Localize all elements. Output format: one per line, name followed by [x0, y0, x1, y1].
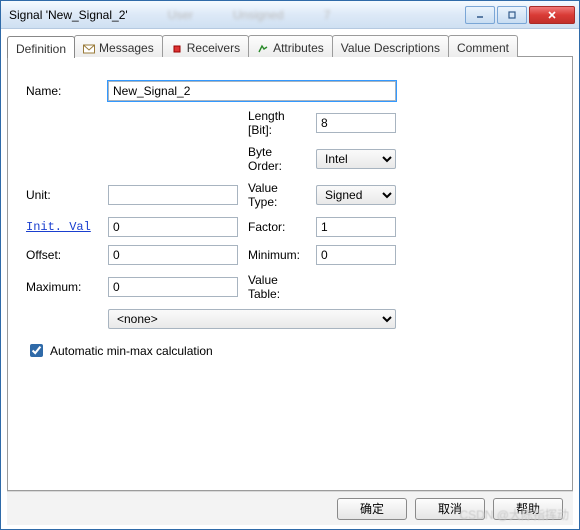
envelope-icon — [83, 43, 95, 53]
tab-label: Comment — [457, 41, 509, 55]
definition-panel: Name: Length [Bit]: Byte Order: Intel Un… — [7, 56, 573, 491]
value-type-select[interactable]: Signed — [316, 185, 396, 205]
titlebar[interactable]: Signal 'New_Signal_2' UserUnsigned7 — [1, 1, 579, 29]
form-grid: Name: Length [Bit]: Byte Order: Intel Un… — [26, 81, 554, 329]
maximize-button[interactable] — [497, 6, 527, 24]
init-val-link[interactable]: Init. Val — [26, 220, 98, 234]
tab-attributes[interactable]: Attributes — [248, 35, 333, 57]
tab-comment[interactable]: Comment — [448, 35, 518, 57]
byte-order-select[interactable]: Intel — [316, 149, 396, 169]
maximum-field[interactable] — [108, 277, 238, 297]
tab-receivers[interactable]: Receivers — [162, 35, 249, 57]
offset-label: Offset: — [26, 248, 98, 262]
minimize-button[interactable] — [465, 6, 495, 24]
maximum-label: Maximum: — [26, 280, 98, 294]
attribute-icon — [257, 43, 269, 53]
value-table-label: Value Table: — [248, 273, 306, 301]
cancel-button[interactable]: 取消 — [415, 498, 485, 520]
dialog-window: Signal 'New_Signal_2' UserUnsigned7 Defi… — [0, 0, 580, 530]
tab-definition[interactable]: Definition — [7, 36, 75, 58]
auto-minmax-checkbox[interactable] — [30, 344, 43, 357]
tab-label: Value Descriptions — [341, 41, 440, 55]
tab-label: Definition — [16, 42, 66, 56]
tab-label: Attributes — [273, 41, 324, 55]
length-field[interactable] — [316, 113, 396, 133]
init-val-field[interactable] — [108, 217, 238, 237]
length-label: Length [Bit]: — [248, 109, 306, 137]
tab-label: Receivers — [187, 41, 240, 55]
titlebar-blur: UserUnsigned7 — [168, 8, 463, 22]
minimum-label: Minimum: — [248, 248, 306, 262]
unit-field[interactable] — [108, 185, 238, 205]
tab-label: Messages — [99, 41, 154, 55]
unit-label: Unit: — [26, 188, 98, 202]
value-table-select[interactable]: <none> — [108, 309, 396, 329]
factor-field[interactable] — [316, 217, 396, 237]
offset-field[interactable] — [108, 245, 238, 265]
receiver-icon — [171, 43, 183, 53]
byte-order-label: Byte Order: — [248, 145, 306, 173]
factor-label: Factor: — [248, 220, 306, 234]
window-buttons — [463, 6, 575, 24]
auto-minmax-label: Automatic min-max calculation — [50, 344, 213, 358]
tab-messages[interactable]: Messages — [74, 35, 163, 57]
close-button[interactable] — [529, 6, 575, 24]
content-area: Definition Messages Receivers Attributes — [1, 29, 579, 529]
value-type-label: Value Type: — [248, 181, 306, 209]
tab-value-descriptions[interactable]: Value Descriptions — [332, 35, 449, 57]
window-title: Signal 'New_Signal_2' — [9, 8, 128, 22]
button-bar: 确定 取消 帮助 — [7, 491, 573, 525]
name-field[interactable] — [108, 81, 396, 101]
help-button[interactable]: 帮助 — [493, 498, 563, 520]
auto-minmax-row: Automatic min-max calculation — [26, 341, 554, 360]
minimum-field[interactable] — [316, 245, 396, 265]
name-label: Name: — [26, 84, 98, 98]
ok-button[interactable]: 确定 — [337, 498, 407, 520]
tab-strip: Definition Messages Receivers Attributes — [7, 35, 573, 57]
